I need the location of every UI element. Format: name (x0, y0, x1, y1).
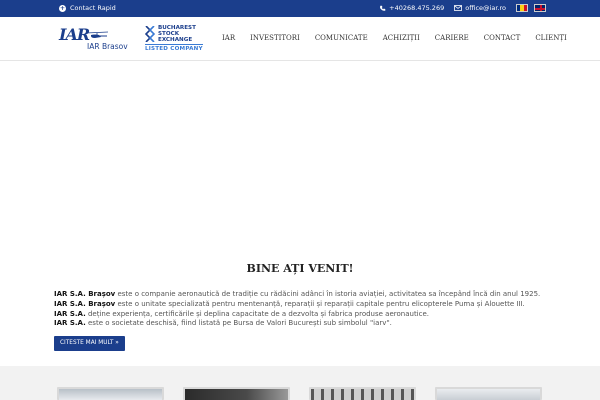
welcome-line: IAR S.A. Brașov este o companie aeronaut… (54, 290, 554, 300)
bse-text: BUCHAREST STOCK EXCHANGE (158, 25, 196, 43)
feature-card[interactable] (435, 387, 542, 400)
welcome-line-bold: IAR S.A. Brașov (54, 299, 116, 308)
hero-slider (0, 61, 600, 251)
welcome-line-text: este o unitate specializată pentru mente… (115, 299, 525, 308)
email-link[interactable]: office@iar.ro (454, 4, 506, 12)
top-bar-contacts: +40268.475.269 office@iar.ro (379, 4, 546, 12)
bse-logo-icon (145, 26, 155, 42)
nav-item-investitori[interactable]: INVESTITORI (250, 34, 300, 42)
phone-number: +40268.475.269 (389, 4, 445, 12)
welcome-line: IAR S.A. deține experiența, certificăril… (54, 310, 554, 320)
card-image (185, 389, 288, 400)
bse-line-3: EXCHANGE (158, 37, 193, 43)
feature-cards-section (0, 366, 600, 400)
welcome-title: BINE AȚI VENIT! (246, 262, 354, 275)
nav-item-cariere[interactable]: CARIERE (435, 34, 469, 42)
welcome-line-bold: IAR S.A. (54, 309, 86, 318)
iar-logo-name: IAR Brasov (87, 42, 128, 51)
feature-card[interactable] (57, 387, 164, 400)
welcome-line-text: deține experiența, certificările și depl… (85, 309, 430, 318)
read-more-button[interactable]: CITESTE MAI MULT » (54, 336, 125, 351)
english-flag-icon[interactable] (534, 4, 546, 12)
card-image (59, 389, 162, 400)
feature-card[interactable] (309, 387, 416, 400)
main-nav: IAR INVESTITORI COMUNICATE ACHIZIȚII CAR… (222, 34, 567, 42)
welcome-line-text: este o companie aeronautică de tradiție … (115, 290, 541, 298)
phone-link[interactable]: +40268.475.269 (379, 4, 444, 12)
welcome-line-bold: IAR S.A. (54, 319, 86, 328)
phone-icon (380, 5, 386, 11)
iar-logo[interactable]: IAR IAR Brasov (57, 25, 137, 55)
nav-item-achizitii[interactable]: ACHIZIȚII (383, 34, 420, 42)
bse-listed-label: LISTED COMPANY (145, 44, 203, 52)
nav-item-contact[interactable]: CONTACT (484, 34, 521, 42)
bse-listed-badge[interactable]: BUCHAREST STOCK EXCHANGE LISTED COMPANY (145, 25, 203, 55)
feature-card[interactable] (183, 387, 290, 400)
romanian-flag-icon[interactable] (516, 4, 528, 12)
nav-item-clienti[interactable]: CLIENȚI (535, 34, 566, 42)
card-image (437, 389, 540, 400)
welcome-line-bold: IAR S.A. Brașov (54, 290, 116, 298)
welcome-text: IAR S.A. Brașov este o companie aeronaut… (54, 290, 554, 329)
welcome-line-text: este o societate deschisă, fiind listată… (85, 319, 392, 328)
header: IAR IAR Brasov BUCHAREST STOCK EXCHANGE … (0, 17, 600, 61)
nav-item-iar[interactable]: IAR (222, 34, 235, 42)
top-bar: + Contact Rapid +40268.475.269 office@ia… (0, 0, 600, 17)
contact-rapid-label: Contact Rapid (70, 4, 116, 12)
contact-rapid-link[interactable]: + Contact Rapid (59, 4, 116, 12)
welcome-line: IAR S.A. Brașov este o unitate specializ… (54, 300, 554, 310)
nav-item-comunicate[interactable]: COMUNICATE (315, 34, 368, 42)
helicopter-icon (85, 31, 109, 38)
plus-circle-icon: + (59, 4, 66, 12)
card-image (311, 389, 414, 400)
email-address: office@iar.ro (465, 4, 506, 12)
welcome-line: IAR S.A. este o societate deschisă, fiin… (54, 319, 554, 329)
envelope-icon (454, 5, 463, 11)
